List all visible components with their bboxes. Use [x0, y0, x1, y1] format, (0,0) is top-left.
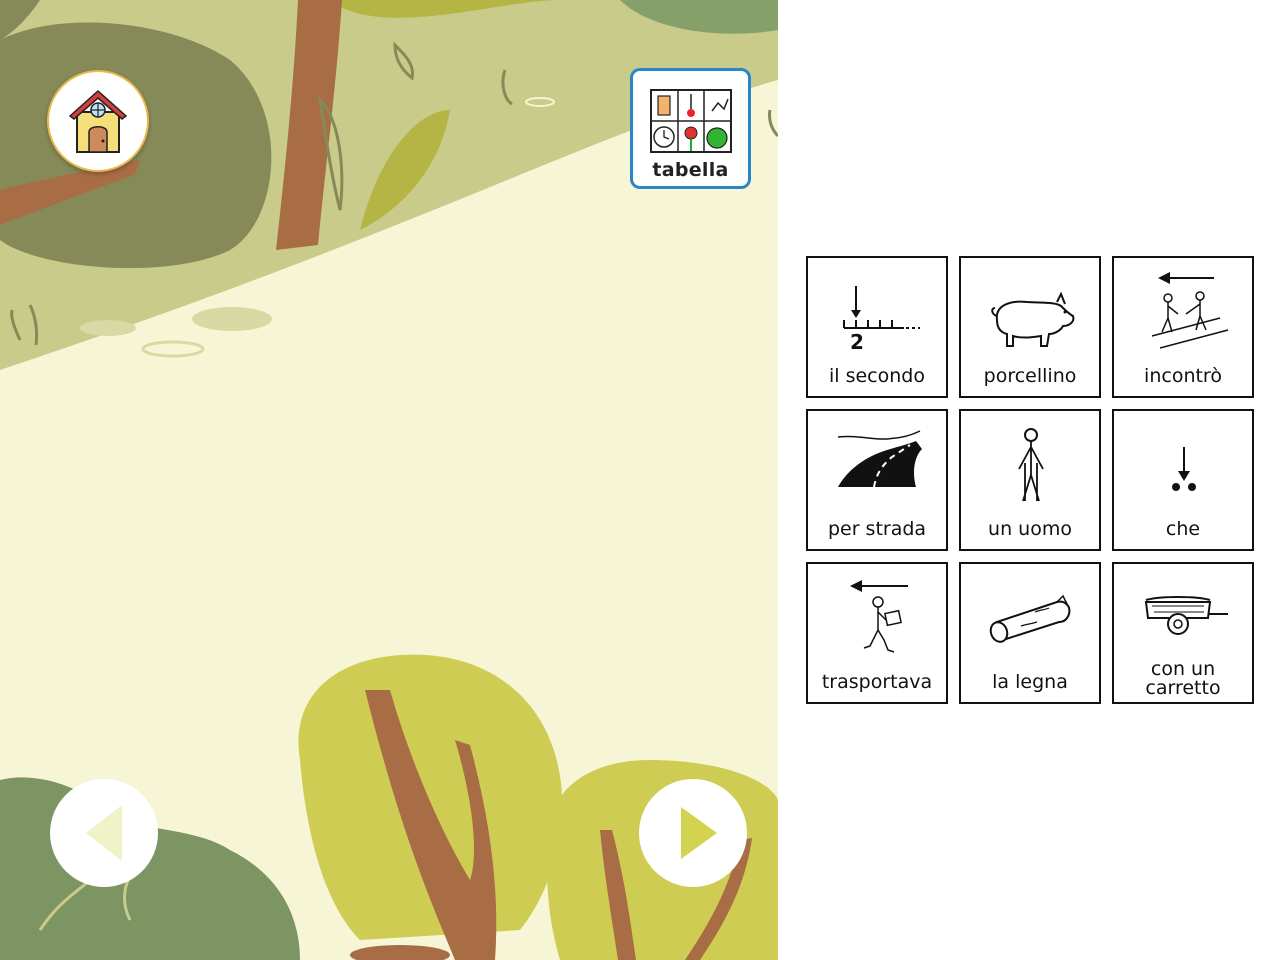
log-icon: [989, 594, 1071, 643]
road-icon: [837, 430, 922, 488]
home-button[interactable]: [47, 70, 149, 172]
that-icon: [1172, 447, 1196, 491]
svg-text:2: 2: [850, 330, 864, 354]
symbol-card-label: la legna: [992, 671, 1068, 693]
symbol-card-incontro[interactable]: incontrò: [1112, 256, 1254, 398]
symbol-card-label: con un carretto: [1145, 658, 1221, 699]
symbol-card-label: il secondo: [829, 365, 925, 387]
ordinal-second-icon: 2: [843, 286, 920, 354]
pig-icon: [991, 291, 1075, 347]
symbol-card-per-strada[interactable]: per strada: [806, 409, 948, 551]
symbol-board-button[interactable]: tabella: [630, 68, 751, 189]
symbol-card-porcellino[interactable]: porcellino: [959, 256, 1101, 398]
symbol-card-label: porcellino: [983, 365, 1077, 387]
left-triangle-icon: [86, 805, 122, 861]
symbol-card-con-un-carretto[interactable]: con un carretto: [1112, 562, 1254, 704]
house-icon: [68, 89, 128, 153]
story-scene: tabella: [0, 0, 778, 960]
symbol-card-un-uomo[interactable]: un uomo: [959, 409, 1101, 551]
symbol-card-il-secondo[interactable]: 2 il secondo: [806, 256, 948, 398]
right-triangle-icon: [681, 807, 717, 859]
symbol-card-la-legna[interactable]: la legna: [959, 562, 1101, 704]
meet-icon: [1151, 272, 1229, 349]
symbol-card-label: per strada: [827, 518, 927, 540]
previous-page-button[interactable]: [50, 779, 158, 887]
symbol-card-label: che: [1165, 518, 1201, 540]
symbol-card-label: un uomo: [988, 518, 1072, 540]
symbol-card-label: incontrò: [1144, 365, 1222, 387]
next-page-button[interactable]: [639, 779, 747, 887]
symbol-card-label: trasportava: [821, 671, 933, 693]
symbol-board-icon: [649, 89, 732, 153]
man-icon: [1018, 428, 1044, 502]
symbol-grid: 2 il secondo porcellino incontrò per str…: [806, 256, 1256, 706]
cart-icon: [1144, 596, 1228, 635]
symbol-card-trasportava[interactable]: trasportava: [806, 562, 948, 704]
symbol-board-label: tabella: [652, 159, 729, 181]
carry-icon: [850, 580, 908, 653]
symbol-card-che[interactable]: che: [1112, 409, 1254, 551]
